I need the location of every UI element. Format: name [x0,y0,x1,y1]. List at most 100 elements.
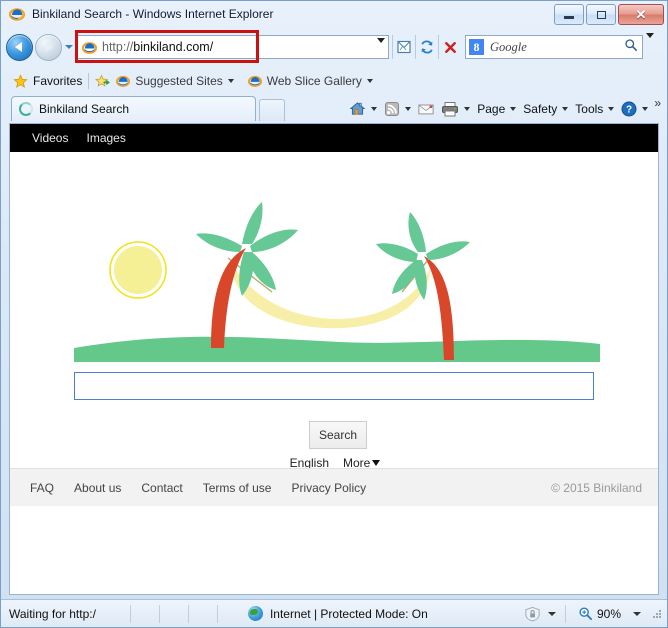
compatibility-view-button[interactable] [392,35,415,59]
chevron-down-icon [64,45,73,49]
search-icon[interactable] [624,38,638,57]
beach-hammock-illustration [10,152,658,374]
copyright-text: © 2015 Binkiland [551,480,642,495]
footer-link-privacy-policy[interactable]: Privacy Policy [291,481,366,495]
favorites-button[interactable]: Favorites [13,73,83,89]
tab-bar: Binkiland Search Page Safety Tools ? » [1,94,667,122]
favorites-bar: Favorites Suggested Sites Web Slice Gall… [1,69,667,93]
chevron-down-icon[interactable] [547,611,556,616]
add-to-favorites-icon[interactable] [95,73,111,89]
footer-link-terms-of-use[interactable]: Terms of use [203,481,272,495]
status-message: Waiting for http:/ [9,606,96,621]
chevron-down-icon [562,106,569,111]
safety-menu-label: Safety [523,101,558,116]
search-provider-input[interactable]: 8 Google [465,35,643,59]
internet-globe-icon [247,606,263,621]
svg-text:?: ? [626,104,632,115]
tab-label: Binkiland Search [39,102,130,116]
search-provider-dropdown[interactable] [646,33,654,56]
status-right-group: 90% [524,604,663,623]
resize-grip[interactable] [651,608,663,620]
footer-link-about-us[interactable]: About us [74,481,121,495]
favorites-item-suggested-sites[interactable]: Suggested Sites [116,74,234,88]
site-search-button-label: Search [318,428,358,442]
browser-window: Binkiland Search - Windows Internet Expl… [0,0,668,628]
favorites-item-label: Suggested Sites [135,74,223,88]
address-input[interactable]: http://binkiland.com/ [77,35,389,61]
security-zone[interactable]: Internet | Protected Mode: On [247,606,428,621]
print-button[interactable] [441,101,471,117]
security-zone-label: Internet | Protected Mode: On [269,606,428,621]
chevron-down-icon [372,460,381,466]
chevron-down-icon [227,79,234,83]
site-top-nav: Videos Images [10,124,658,152]
maximize-button[interactable] [586,4,616,25]
ie-icon [116,75,131,87]
command-bar: Page Safety Tools ? » [342,96,663,121]
chevron-down-icon [642,106,649,111]
home-icon [349,102,366,115]
close-icon: ✕ [635,7,647,22]
status-divider [216,604,218,623]
favorites-item-web-slice-gallery[interactable]: Web Slice Gallery [247,74,373,88]
chevron-down-icon[interactable] [633,611,641,616]
address-host: binkiland.com/ [133,40,214,54]
forward-button[interactable] [35,33,62,61]
chevron-down-icon [464,106,471,111]
chevron-down-icon [366,79,373,83]
print-icon [442,101,459,116]
new-tab-button[interactable] [259,99,285,121]
chevron-down-icon [405,106,412,111]
address-text: http://binkiland.com/ [102,40,213,54]
tab-binkiland-search[interactable]: Binkiland Search [11,96,256,121]
protected-mode-icon[interactable] [524,606,541,622]
chevron-down-icon [510,106,517,111]
page-viewport: Videos Images Search English More FAQ Ab… [9,123,659,595]
minimize-icon [564,16,574,19]
page-menu-label: Page [477,101,506,116]
site-search-button[interactable]: Search [309,421,367,449]
window-title: Binkiland Search - Windows Internet Expl… [32,7,274,21]
loading-spinner-icon [19,102,33,116]
title-bar: Binkiland Search - Windows Internet Expl… [1,1,667,27]
forward-arrow-icon [46,42,53,52]
zoom-level-label: 90% [596,606,621,621]
compatibility-view-icon [397,40,411,54]
mail-button[interactable] [418,102,434,116]
page-favicon-icon [81,40,98,55]
recent-pages-button[interactable] [62,37,75,57]
site-nav-link-images[interactable]: Images [86,131,125,145]
safety-menu-button[interactable]: Safety [523,101,569,116]
footer-link-contact[interactable]: Contact [141,481,182,495]
address-dropdown-button[interactable] [377,38,385,61]
minimize-button[interactable] [554,4,584,25]
feeds-icon [385,101,400,116]
page-menu-button[interactable]: Page [477,101,517,116]
status-bar: Waiting for http:/ Internet | Protected … [1,599,667,627]
close-button[interactable]: ✕ [618,4,664,25]
mail-icon [418,104,434,114]
site-nav-link-videos[interactable]: Videos [32,131,68,145]
zoom-magnifier-icon [579,607,593,621]
window-controls: ✕ [554,4,664,25]
help-button[interactable]: ? [621,101,649,117]
zoom-control[interactable]: 90% [578,606,621,621]
status-segments [102,604,218,623]
site-search-input[interactable] [74,372,594,400]
address-input-wrapper: http://binkiland.com/ [77,35,389,61]
tools-menu-button[interactable]: Tools [575,102,615,116]
footer-link-faq[interactable]: FAQ [30,481,54,495]
favorites-label: Favorites [33,74,83,88]
ie-logo-icon [8,6,26,22]
command-bar-overflow-button[interactable]: » [654,96,661,110]
site-footer: FAQ About us Contact Terms of use Privac… [10,468,658,506]
refresh-button[interactable] [415,35,438,59]
google-badge-icon: 8 [469,39,484,55]
stop-button[interactable] [438,35,461,59]
chevron-down-icon [646,33,654,55]
ie-icon [247,75,262,87]
feeds-button[interactable] [384,101,412,117]
home-button[interactable] [349,100,378,117]
back-button[interactable] [6,33,33,61]
status-divider [564,604,566,623]
